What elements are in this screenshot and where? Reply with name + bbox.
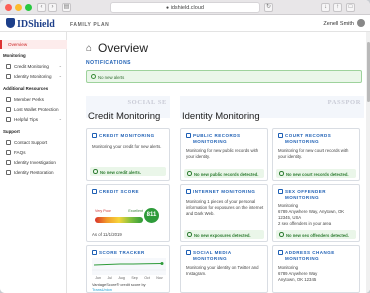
score-trend-chart: [92, 258, 166, 275]
download-icon[interactable]: ↓: [321, 3, 330, 12]
social-media-card[interactable]: SOCIAL MEDIA MONITORING Monitoring your …: [180, 245, 268, 293]
gift-icon: [6, 97, 11, 102]
month-axis: Jun Jul Aug Sep Oct Nov: [95, 276, 163, 280]
globe-icon: [186, 189, 191, 194]
page-title: Overview: [98, 41, 149, 55]
status-badge: No new court records detected.: [276, 169, 356, 178]
sidebar-item-overview[interactable]: Overview: [0, 40, 67, 49]
no-alerts-banner: No new alerts: [86, 70, 362, 83]
score-gauge: Very Poor Excellent: [95, 207, 143, 231]
close-window-button[interactable]: [5, 4, 12, 11]
document-icon: [186, 133, 191, 138]
sidebar-heading-support: Support: [3, 129, 20, 134]
user-name[interactable]: Zenell Smith: [323, 21, 354, 27]
check-circle-icon: [187, 171, 192, 176]
sidebar-item-contact-support[interactable]: Contact Support: [0, 138, 67, 147]
score-scale-bar: [95, 217, 143, 223]
gauge-icon: [92, 189, 97, 194]
public-records-card[interactable]: PUBLIC RECORDS MONITORING Monitoring for…: [180, 128, 268, 181]
question-icon: [6, 150, 11, 155]
share-icon[interactable]: ↑: [333, 3, 342, 12]
home-icon: ⌂: [86, 43, 93, 54]
scrollbar[interactable]: [366, 32, 370, 293]
sidebar-heading-monitoring: Monitoring: [3, 53, 26, 58]
main-content: ⌂ Overview NOTIFICATIONS No new alerts S…: [68, 32, 370, 293]
scrollbar-thumb[interactable]: [366, 42, 370, 102]
plan-label: FAMILY PLAN: [70, 22, 110, 28]
user-alert-icon: [278, 189, 283, 194]
url-text: idshield.cloud: [170, 5, 204, 11]
gavel-icon: [278, 133, 283, 138]
trend-icon: [92, 250, 97, 255]
check-circle-icon: [187, 232, 192, 237]
sidebar-heading-additional: Additional Resources: [3, 86, 49, 91]
wallet-icon: [6, 107, 11, 112]
tabs-icon[interactable]: □: [346, 3, 355, 12]
chart-background: [92, 258, 166, 275]
identity-section-title: Identity Monitoring: [182, 111, 260, 122]
address-change-card[interactable]: ADDRESS CHANGE MONITORING Monitoring 678…: [272, 245, 360, 293]
score-date: As of 11/1/2019: [92, 232, 122, 237]
sidebar-item-credit-monitoring[interactable]: Credit Monitoring ⌄: [0, 62, 67, 71]
lightbulb-icon: [6, 117, 11, 122]
credit-monitoring-card[interactable]: CREDIT MONITORING Monitoring your credit…: [86, 128, 170, 181]
search-icon: [6, 160, 11, 165]
sidebar: Overview Monitoring Credit Monitoring ⌄ …: [0, 32, 67, 293]
shield-icon: [6, 18, 15, 28]
sidebar-item-member-perks[interactable]: Member Perks: [0, 95, 67, 104]
sidebar-item-faqs[interactable]: FAQs: [0, 148, 67, 157]
sidebar-item-identity-restoration[interactable]: Identity Restoration: [0, 168, 67, 177]
back-button[interactable]: ‹: [37, 3, 46, 12]
chevron-down-icon: ⌄: [58, 116, 62, 121]
latest-point: [160, 262, 164, 265]
chevron-down-icon: ⌄: [58, 63, 62, 68]
lock-icon: ●: [166, 5, 170, 11]
phone-icon: [6, 140, 11, 145]
transunion-logo: TransUnion: [92, 287, 112, 292]
status-badge: No new sex offenders detected.: [276, 230, 356, 239]
app-header: IDShield FAMILY PLAN Zenell Smith: [0, 15, 370, 32]
check-circle-icon: [279, 171, 284, 176]
status-badge: No new public records detected.: [184, 169, 264, 178]
check-circle-icon: [91, 74, 96, 79]
internet-monitoring-card[interactable]: INTERNET MONITORING Monitoring 1 pieces …: [180, 184, 268, 242]
banner-text: SOCIAL SE: [127, 99, 167, 106]
forward-button[interactable]: ›: [48, 3, 57, 12]
credit-score-card[interactable]: CREDIT SCORE Very Poor Excellent 811 As …: [86, 184, 170, 242]
address-bar[interactable]: ● idshield.cloud: [110, 2, 260, 13]
banner-text: PASSPOR: [327, 99, 361, 106]
avatar[interactable]: [357, 19, 365, 27]
share-icon: [186, 250, 191, 255]
card-icon: [6, 64, 11, 69]
chevron-down-icon: ⌄: [58, 73, 62, 78]
status-badge: No new credit alerts.: [90, 167, 166, 176]
fingerprint-icon: [6, 74, 11, 79]
maximize-window-button[interactable]: [25, 4, 32, 11]
credit-section-title: Credit Monitoring: [88, 111, 161, 122]
sidebar-item-lost-wallet[interactable]: Lost Wallet Protection: [0, 105, 67, 114]
browser-window: ‹ › ▤ ● idshield.cloud ↻ ↓ ↑ □ IDShield …: [0, 0, 370, 293]
browser-toolbar: ‹ › ▤ ● idshield.cloud ↻ ↓ ↑ □: [0, 0, 370, 15]
check-circle-icon: [93, 169, 98, 174]
card-icon: [92, 133, 97, 138]
notifications-heading: NOTIFICATIONS: [86, 60, 132, 66]
home-icon: [278, 250, 283, 255]
court-records-card[interactable]: COURT RECORDS MONITORING Monitoring for …: [272, 128, 360, 181]
sidebar-toggle-button[interactable]: ▤: [62, 3, 71, 12]
sidebar-item-helpful-tips[interactable]: Helpful Tips ⌄: [0, 115, 67, 124]
score-value: 811: [144, 208, 159, 223]
score-tracker-card[interactable]: SCORE TRACKER Jun Jul Aug Sep Oct Nov Va…: [86, 245, 170, 293]
sidebar-item-identity-investigation[interactable]: Identity Investigation: [0, 158, 67, 167]
reload-icon[interactable]: ↻: [264, 3, 273, 12]
check-circle-icon: [279, 232, 284, 237]
sex-offender-card[interactable]: SEX OFFENDER MONITORING Monitoring 6789 …: [272, 184, 360, 242]
status-badge: No new exposures detected.: [184, 230, 264, 239]
idshield-logo[interactable]: IDShield: [6, 18, 55, 30]
restore-icon: [6, 170, 11, 175]
minimize-window-button[interactable]: [15, 4, 22, 11]
sidebar-item-identity-monitoring[interactable]: Identity Monitoring ⌄: [0, 72, 67, 81]
